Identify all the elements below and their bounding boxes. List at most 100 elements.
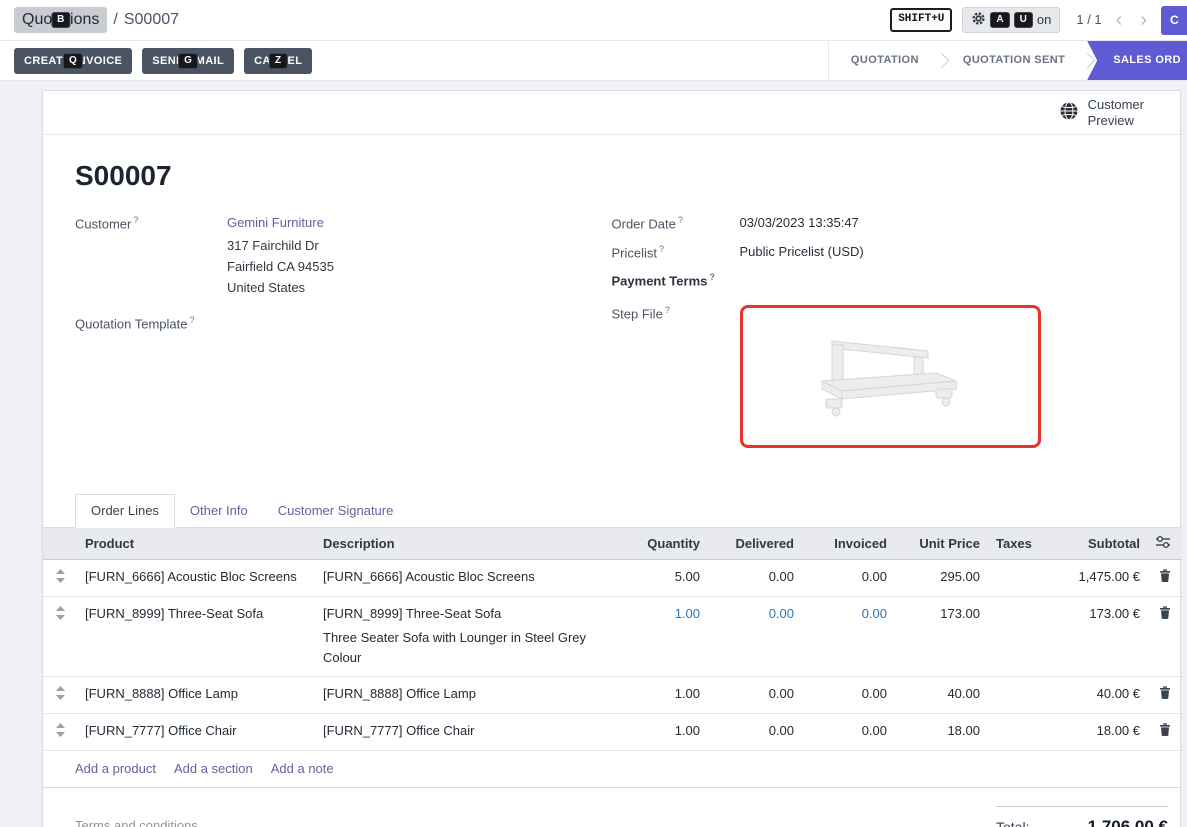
cell-delivered[interactable]: 0.00 xyxy=(708,596,802,677)
action-menu-button[interactable]: A U on xyxy=(962,7,1060,34)
cell-delivered[interactable]: 0.00 xyxy=(708,560,802,597)
column-header-invoiced: Invoiced xyxy=(802,528,895,560)
delete-row-icon[interactable] xyxy=(1148,677,1182,714)
notebook-tabs: Order Lines Other Info Customer Signatur… xyxy=(43,495,1180,528)
cell-subtotal: 173.00 € xyxy=(1036,596,1148,677)
optional-columns-icon[interactable] xyxy=(1148,528,1182,560)
help-icon: ? xyxy=(709,272,715,282)
cell-taxes[interactable] xyxy=(988,596,1036,677)
customer-link[interactable]: Gemini Furniture xyxy=(227,215,324,230)
column-header-product: Product xyxy=(77,528,315,560)
tab-other-info[interactable]: Other Info xyxy=(175,495,263,527)
shortcut-hint-q-badge: Q xyxy=(63,53,83,69)
cell-subtotal: 18.00 € xyxy=(1036,713,1148,750)
cell-unit-price[interactable]: 295.00 xyxy=(895,560,988,597)
cancel-button[interactable]: CANCEL Z xyxy=(244,48,312,74)
help-icon: ? xyxy=(659,244,664,254)
customer-preview-button[interactable]: Customer Preview xyxy=(1059,97,1144,128)
shortcut-hint-z-badge: Z xyxy=(269,53,288,69)
cell-invoiced[interactable]: 0.00 xyxy=(802,677,895,714)
order-line-row: [FURN_7777] Office Chair [FURN_7777] Off… xyxy=(43,713,1182,750)
cell-quantity[interactable]: 1.00 xyxy=(618,713,708,750)
step-file-image-field[interactable] xyxy=(740,305,1041,448)
stage-sales-order[interactable]: SALES ORD xyxy=(1087,41,1187,80)
shortcut-hint-shift-u-badge: SHIFT+U xyxy=(890,8,952,31)
form-sheet: Customer Preview S00007 Customer? Gemini… xyxy=(42,90,1181,827)
cell-product[interactable]: [FURN_6666] Acoustic Bloc Screens xyxy=(77,560,315,597)
stage-quotation[interactable]: QUOTATION xyxy=(829,41,941,80)
cell-delivered[interactable]: 0.00 xyxy=(708,677,802,714)
stage-quotation-sent[interactable]: QUOTATION SENT xyxy=(941,41,1087,80)
sheet-body: S00007 Customer? Gemini Furniture 317 Fa… xyxy=(43,159,1180,495)
shortcut-hint-g-badge: G xyxy=(178,53,198,69)
add-a-note-link[interactable]: Add a note xyxy=(271,761,334,777)
cell-description[interactable]: [FURN_7777] Office Chair xyxy=(315,713,618,750)
delete-row-icon[interactable] xyxy=(1148,596,1182,677)
payment-terms-field[interactable]: Payment Terms? xyxy=(612,270,1149,289)
delete-row-icon[interactable] xyxy=(1148,560,1182,597)
add-a-section-link[interactable]: Add a section xyxy=(174,761,253,777)
row-drag-handle[interactable] xyxy=(43,560,77,597)
action-buttons: CREATE INVOICE Q SEND EMAIL G CANCEL Z xyxy=(0,41,828,80)
cell-product[interactable]: [FURN_8888] Office Lamp xyxy=(77,677,315,714)
terms-and-conditions-input[interactable]: Terms and conditions... xyxy=(75,818,209,827)
cell-description[interactable]: [FURN_8888] Office Lamp xyxy=(315,677,618,714)
help-icon: ? xyxy=(665,305,670,315)
column-header-subtotal: Subtotal xyxy=(1036,528,1148,560)
cell-quantity[interactable]: 5.00 xyxy=(618,560,708,597)
add-a-product-link[interactable]: Add a product xyxy=(75,761,156,777)
cell-description[interactable]: [FURN_8999] Three-Seat Sofa Three Seater… xyxy=(315,596,618,677)
action-bar: CREATE INVOICE Q SEND EMAIL G CANCEL Z Q… xyxy=(0,41,1187,81)
order-line-row: [FURN_6666] Acoustic Bloc Screens [FURN_… xyxy=(43,560,1182,597)
cell-delivered[interactable]: 0.00 xyxy=(708,713,802,750)
customer-preview-label-line2: Preview xyxy=(1088,113,1144,129)
cell-invoiced[interactable]: 0.00 xyxy=(802,596,895,677)
customer-field-label: Customer? xyxy=(75,213,227,232)
status-pipeline: QUOTATION QUOTATION SENT SALES ORD xyxy=(828,41,1187,80)
send-email-button[interactable]: SEND EMAIL G xyxy=(142,48,234,74)
cell-unit-price[interactable]: 173.00 xyxy=(895,596,988,677)
step-file-field: Step File? xyxy=(612,303,1149,448)
order-line-row: [FURN_8999] Three-Seat Sofa [FURN_8999] … xyxy=(43,596,1182,677)
cell-invoiced[interactable]: 0.00 xyxy=(802,560,895,597)
pricelist-value[interactable]: Public Pricelist (USD) xyxy=(740,242,864,260)
customer-address: 317 Fairchild Dr Fairfield CA 94535 Unit… xyxy=(227,236,334,298)
order-date-value[interactable]: 03/03/2023 13:35:47 xyxy=(740,213,859,231)
cell-product[interactable]: [FURN_8999] Three-Seat Sofa xyxy=(77,596,315,677)
cell-quantity[interactable]: 1.00 xyxy=(618,677,708,714)
cell-invoiced[interactable]: 0.00 xyxy=(802,713,895,750)
cell-unit-price[interactable]: 18.00 xyxy=(895,713,988,750)
column-header-quantity: Quantity xyxy=(618,528,708,560)
cell-unit-price[interactable]: 40.00 xyxy=(895,677,988,714)
shortcut-hint-b-badge: B xyxy=(51,12,70,28)
row-drag-handle[interactable] xyxy=(43,677,77,714)
field-column-left: Customer? Gemini Furniture 317 Fairchild… xyxy=(75,213,612,495)
cell-subtotal: 40.00 € xyxy=(1036,677,1148,714)
row-drag-handle[interactable] xyxy=(43,596,77,677)
create-button-clipped[interactable]: C xyxy=(1161,6,1187,35)
pager-next-button[interactable]: › xyxy=(1136,10,1151,30)
customer-field: Customer? Gemini Furniture 317 Fairchild… xyxy=(75,213,612,299)
cell-taxes[interactable] xyxy=(988,713,1036,750)
tab-customer-signature[interactable]: Customer Signature xyxy=(263,495,409,527)
row-drag-handle[interactable] xyxy=(43,713,77,750)
quotation-template-label: Quotation Template? xyxy=(75,313,227,332)
breadcrumb-quotations-link[interactable]: Quotations B xyxy=(14,7,107,32)
cell-quantity[interactable]: 1.00 xyxy=(618,596,708,677)
table-header-row: Product Description Quantity Delivered I… xyxy=(43,528,1182,560)
action-menu-label-fragment: on xyxy=(1037,12,1051,28)
quotation-template-field[interactable]: Quotation Template? xyxy=(75,313,612,332)
delete-row-icon[interactable] xyxy=(1148,713,1182,750)
tab-order-lines[interactable]: Order Lines xyxy=(75,494,175,528)
create-invoice-button[interactable]: CREATE INVOICE Q xyxy=(14,48,132,74)
total-label: Total: xyxy=(996,819,1029,827)
cell-description[interactable]: [FURN_6666] Acoustic Bloc Screens xyxy=(315,560,618,597)
cell-taxes[interactable] xyxy=(988,677,1036,714)
cell-taxes[interactable] xyxy=(988,560,1036,597)
total-value: 1,706.00 € xyxy=(1088,817,1168,827)
pricelist-field: Pricelist? Public Pricelist (USD) xyxy=(612,242,1149,261)
order-date-label: Order Date? xyxy=(612,213,740,232)
shortcut-hint-a-badge: A xyxy=(990,12,1009,28)
cell-product[interactable]: [FURN_7777] Office Chair xyxy=(77,713,315,750)
pager-previous-button[interactable]: ‹ xyxy=(1112,10,1127,30)
